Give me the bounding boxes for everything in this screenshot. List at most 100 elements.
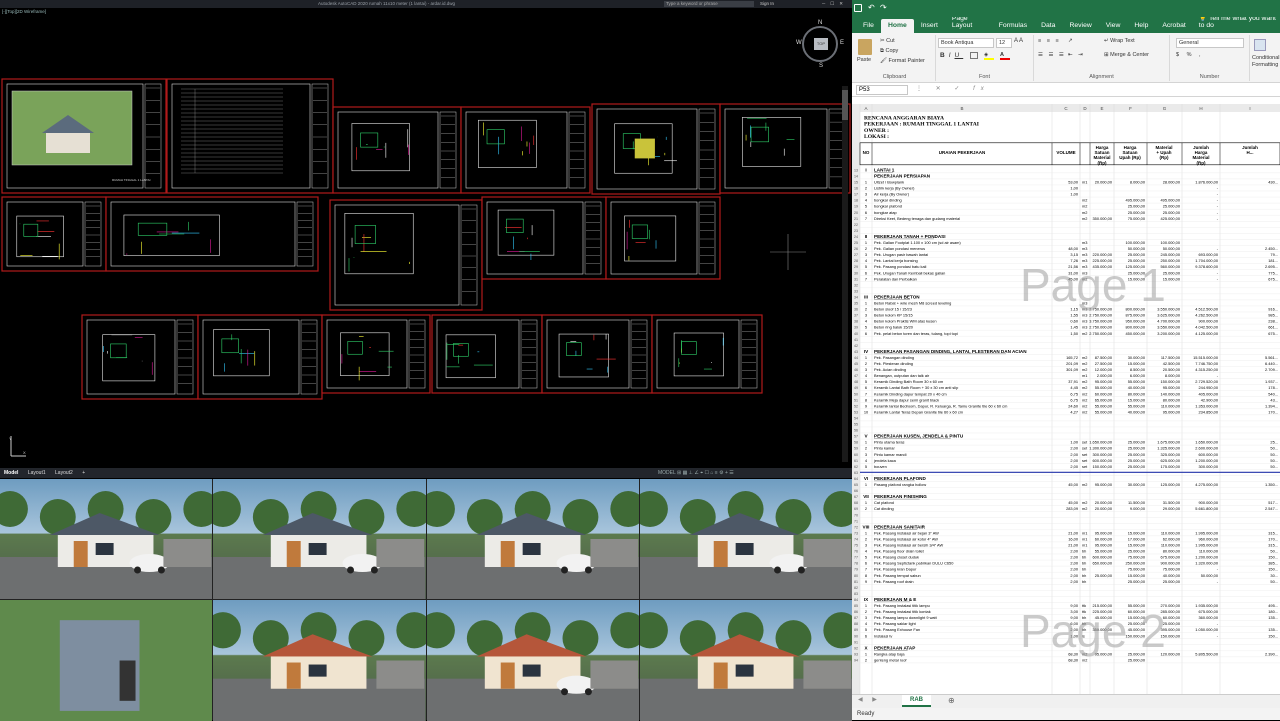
table-row: 78 6 Pek. Pasang Septictank pabrikan DULU … bbox=[854, 561, 1280, 567]
row-number: 82 bbox=[854, 586, 858, 590]
table-cell: 8 bbox=[865, 573, 867, 578]
align-top-icons[interactable]: ≡ ≡ ≡ bbox=[1038, 38, 1061, 44]
tab-add-layout[interactable]: + bbox=[78, 468, 89, 478]
row-number: 26 bbox=[854, 247, 858, 251]
fill-color-icon[interactable]: ◈ bbox=[984, 52, 994, 60]
tab-insert[interactable]: Insert bbox=[914, 19, 945, 33]
table-row: 48 5 Keramik Dinding Bath Room 30 x 60 cm 3… bbox=[854, 379, 1280, 385]
table-cell: 2.390... bbox=[1265, 651, 1278, 656]
table-cell: 65.000,00 bbox=[1095, 397, 1113, 402]
name-box[interactable]: P53 bbox=[856, 85, 908, 95]
add-sheet-icon[interactable]: ⊕ bbox=[948, 696, 955, 705]
row-number: 42 bbox=[854, 344, 858, 348]
paste-icon[interactable] bbox=[858, 39, 872, 55]
table-cell: 675.000,00 bbox=[1161, 555, 1181, 560]
tab-file[interactable]: File bbox=[856, 19, 881, 33]
viewcube-south[interactable]: S bbox=[819, 63, 823, 69]
table-cell: Pek. Urugan pasir bawah lantai bbox=[874, 252, 928, 257]
viewcube[interactable]: N W E S TOP bbox=[796, 20, 844, 69]
redo-icon[interactable]: ↷ bbox=[880, 4, 887, 12]
cut-button[interactable]: ✂ Cut bbox=[880, 38, 895, 44]
cad-scrollbar[interactable] bbox=[842, 86, 848, 462]
undo-icon[interactable]: ↶ bbox=[868, 4, 875, 12]
merge-center-button[interactable]: ⊞ Merge & Center bbox=[1104, 52, 1149, 58]
table-cell: m2 bbox=[1082, 391, 1087, 396]
formula-buttons[interactable]: ⋮ ✕ ✓ fx bbox=[916, 85, 990, 92]
cad-sign-in[interactable]: Sign In bbox=[760, 0, 774, 8]
format-painter-button[interactable]: 🖌 Format Painter bbox=[880, 58, 925, 64]
cad-window-controls[interactable]: ─☐✕ bbox=[822, 0, 848, 8]
tab-help[interactable]: Help bbox=[1127, 19, 1155, 33]
font-name-select[interactable]: Book Antiqua bbox=[938, 38, 994, 48]
table-cell: 20.000,00 bbox=[1095, 500, 1113, 505]
table-cell: Pintu kamar bbox=[874, 446, 895, 451]
borders-icon[interactable] bbox=[970, 52, 978, 59]
table-cell: m3 bbox=[1082, 240, 1087, 245]
number-format-select[interactable]: General bbox=[1176, 38, 1244, 48]
save-icon[interactable] bbox=[854, 4, 862, 12]
tab-layout2[interactable]: Layout2 bbox=[51, 468, 77, 478]
table-cell: 140.000,00 bbox=[1161, 391, 1181, 396]
tab-view[interactable]: View bbox=[1099, 19, 1128, 33]
number-format-icons[interactable]: $ % , bbox=[1176, 52, 1204, 58]
table-cell: 1.200.000,00 bbox=[1195, 458, 1219, 463]
copy-button[interactable]: ⧉ Copy bbox=[880, 48, 898, 55]
table-row: 19 5 bongkar plafond m2 25.000,00 25.000,00 - bbox=[854, 204, 1280, 210]
sheet-nav-arrows[interactable]: ◀ ▶ bbox=[858, 696, 881, 703]
car-wheel bbox=[797, 566, 805, 574]
table-cell: 95.000,00 bbox=[1095, 543, 1113, 548]
cad-drawing-canvas[interactable]: RUMAH TINGGAL 1 LANTAI bbox=[0, 0, 852, 478]
font-style-buttons[interactable]: BIU bbox=[940, 52, 963, 59]
cad-scroll-thumb[interactable] bbox=[842, 90, 848, 120]
tab-acrobat[interactable]: Acrobat bbox=[1155, 19, 1192, 33]
table-cell: 6 bbox=[865, 331, 867, 336]
tab-home[interactable]: Home bbox=[880, 19, 914, 33]
table-cell: bh bbox=[1082, 573, 1086, 578]
tree bbox=[0, 491, 28, 527]
cad-viewport-label[interactable]: [-][Top][2D Wireframe] bbox=[2, 9, 46, 14]
viewcube-west[interactable]: W bbox=[796, 40, 802, 46]
sheet-border bbox=[1, 196, 107, 272]
table-cell: 9.378.600,00 bbox=[1195, 264, 1219, 269]
tab-review[interactable]: Review bbox=[1062, 19, 1098, 33]
table-cell: bh bbox=[1082, 567, 1086, 572]
font-color-icon[interactable]: A bbox=[1000, 52, 1010, 60]
grow-font-icon[interactable]: A A bbox=[1014, 38, 1023, 44]
viewcube-east[interactable]: E bbox=[840, 40, 844, 46]
table-cell: m3 bbox=[1082, 246, 1087, 251]
table-cell: 1.995.000,00 bbox=[1195, 543, 1219, 548]
table-cell: 25.000,00 bbox=[1128, 549, 1146, 554]
table-cell: 1.050.000,00 bbox=[1195, 627, 1219, 632]
tab-data[interactable]: Data bbox=[1034, 19, 1062, 33]
table-cell: 95.000,00 bbox=[1095, 379, 1113, 384]
indent-icons[interactable]: ⇤ ⇥ bbox=[1068, 52, 1085, 58]
orientation-icon[interactable]: ↗ bbox=[1068, 38, 1073, 44]
wrap-text-button[interactable]: ↵ Wrap Text bbox=[1104, 38, 1135, 44]
table-cell: 95.000,00 bbox=[1095, 530, 1113, 535]
table-cell: Keramik Dinding Bath Room 30 x 60 cm bbox=[874, 379, 943, 384]
conditional-formatting-button[interactable]: Conditional Formatting bbox=[1252, 55, 1280, 69]
table-cell: 900.000,00 bbox=[1161, 561, 1181, 566]
cad-search-input[interactable]: Type a keyword or phrase bbox=[664, 1, 754, 7]
tab-formulas[interactable]: Formulas bbox=[992, 19, 1034, 33]
house-door bbox=[713, 662, 728, 689]
house-door bbox=[286, 541, 301, 567]
table-cell: 150.000,00 bbox=[1093, 464, 1113, 469]
tab-model[interactable]: Model bbox=[0, 468, 22, 478]
tab-layout1[interactable]: Layout1 bbox=[24, 468, 50, 478]
row-number: 78 bbox=[854, 562, 858, 566]
conditional-formatting-icon[interactable] bbox=[1254, 39, 1266, 51]
row-number: 74 bbox=[854, 537, 858, 541]
cad-drawing-sheet bbox=[460, 106, 591, 194]
viewcube-top-face[interactable]: TOP bbox=[814, 38, 828, 50]
row-number: 51 bbox=[854, 398, 858, 402]
cad-status-toggles[interactable]: MODEL ⊞ ▦ ⊥ ∠ ⌖ ☐ ⌂ ≡ ⚙ + ☰ bbox=[658, 468, 734, 478]
plan-highlight bbox=[634, 138, 655, 159]
paste-button[interactable]: Paste bbox=[857, 57, 871, 63]
row-number: 68 bbox=[854, 501, 858, 505]
table-row: 67 VII PEKERJAAN FINISHING bbox=[854, 494, 1280, 500]
align-left-icons[interactable]: ☰ ☰ ☰ bbox=[1038, 52, 1066, 58]
font-size-select[interactable]: 12 bbox=[996, 38, 1012, 48]
viewcube-north[interactable]: N bbox=[818, 20, 822, 26]
sheet-tab-rab[interactable]: RAB bbox=[902, 695, 931, 707]
